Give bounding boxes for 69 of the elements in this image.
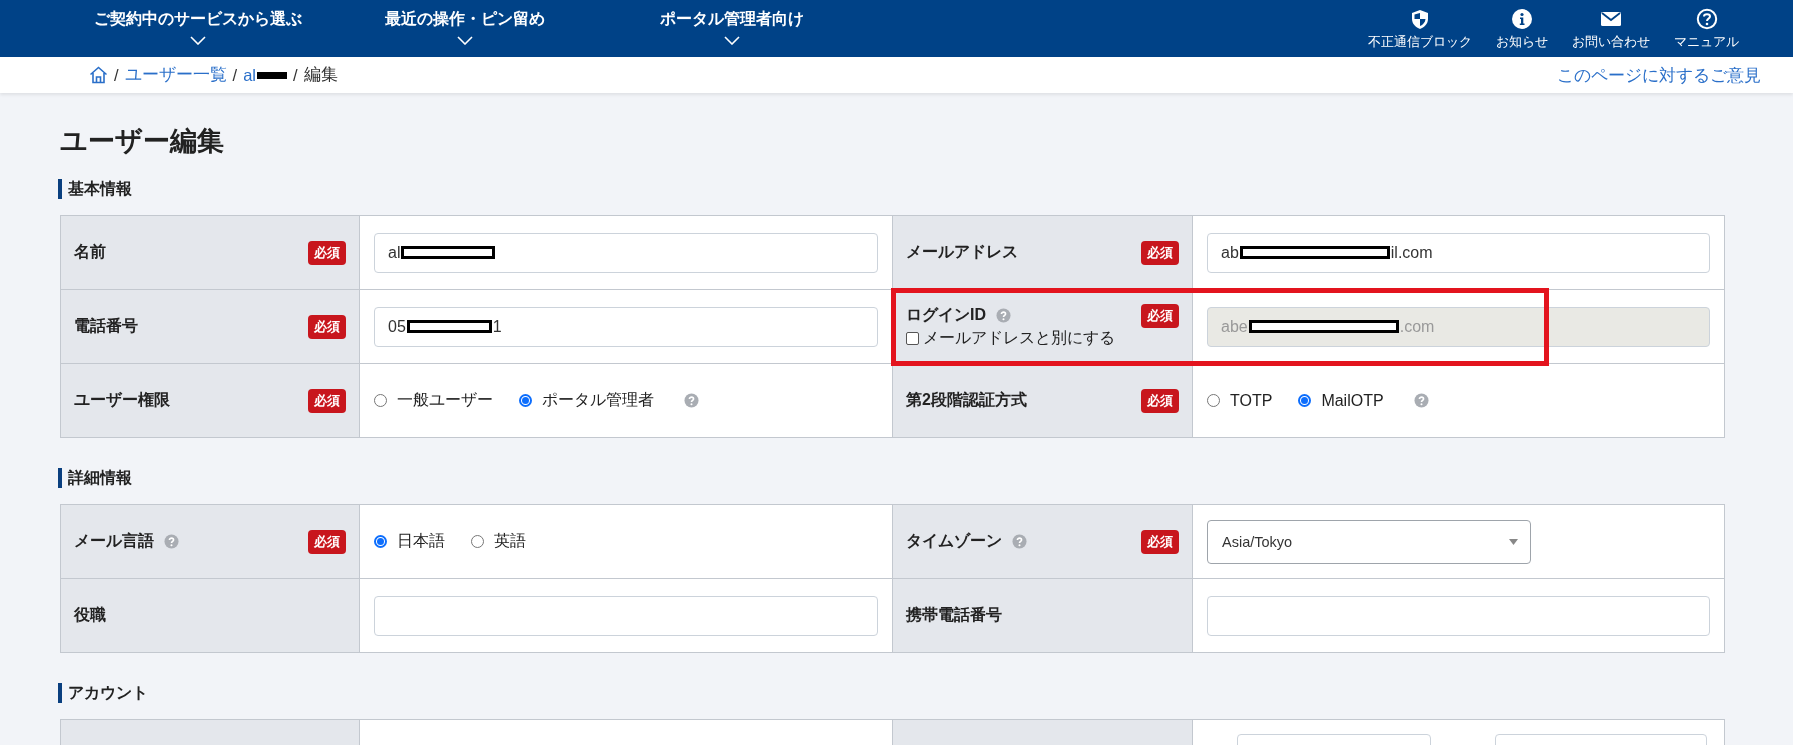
feedback-link[interactable]: このページに対するご意見	[1557, 63, 1761, 87]
nav-menu[interactable]: 最近の操作・ピン留め	[331, 0, 598, 57]
breadcrumb-current: 編集	[303, 64, 338, 85]
field-label: 携帯電話番号	[906, 605, 1002, 625]
section-heading: 基本情報	[58, 179, 1725, 199]
breadcrumb-link[interactable]: al	[243, 65, 257, 85]
field-label: 役職	[74, 605, 106, 625]
radio-button[interactable]	[1298, 394, 1312, 407]
timezone-select[interactable]: Asia/Tokyo	[1207, 519, 1531, 564]
help-icon[interactable]	[996, 307, 1011, 323]
text-field[interactable]	[374, 595, 878, 636]
radio-button[interactable]	[1207, 394, 1220, 407]
page-title: ユーザー編集	[60, 125, 225, 157]
chevron-icon	[189, 36, 206, 45]
help-icon[interactable]	[164, 534, 179, 549]
required-tag: 必須	[308, 529, 346, 554]
radio-label[interactable]: MailOTP	[1321, 391, 1384, 410]
field-label: メールアドレス	[906, 242, 1018, 262]
checkbox[interactable]	[906, 331, 919, 345]
utility-link[interactable]: お知らせ	[1484, 0, 1560, 57]
section-heading: 詳細情報	[58, 468, 1725, 488]
radio-label[interactable]: 英語	[494, 531, 526, 552]
radio-button[interactable]	[471, 535, 484, 548]
chevron-icon	[456, 36, 473, 45]
radio-label[interactable]: 一般ユーザー	[397, 390, 493, 411]
field-label: 名前	[74, 242, 106, 262]
chevron-icon	[723, 36, 740, 45]
radio-button[interactable]	[519, 394, 532, 407]
radio-button[interactable]	[374, 535, 387, 548]
required-tag: 必須	[308, 314, 346, 339]
breadcrumb-separator: /	[232, 65, 238, 85]
radio-label[interactable]: 日本語	[397, 531, 445, 552]
text-field[interactable]: 05 1	[374, 306, 878, 347]
field-label: タイムゾーン	[906, 531, 1002, 551]
radio-button[interactable]	[374, 394, 387, 407]
radio-label[interactable]: TOTP	[1230, 391, 1273, 410]
required-tag: 必須	[308, 240, 346, 265]
required-tag: 必須	[1141, 388, 1179, 413]
text-field[interactable]: ab il.com	[1207, 232, 1710, 273]
text-field[interactable]: al	[374, 232, 878, 273]
field-label: ログインID	[906, 304, 986, 325]
help-icon	[1695, 8, 1718, 30]
field-label: ユーザー権限	[74, 390, 170, 410]
utility-link[interactable]: お問い合わせ	[1560, 0, 1662, 57]
help-icon[interactable]	[1413, 393, 1429, 408]
nav-menu[interactable]: ご契約中のサービスから選ぶ	[64, 0, 331, 57]
breadcrumb-separator: /	[114, 65, 119, 85]
radio-label[interactable]: ポータル管理者	[542, 390, 654, 411]
info-icon	[1511, 8, 1533, 30]
shield-icon	[1409, 8, 1431, 30]
utility-link[interactable]: マニュアル	[1662, 0, 1751, 57]
field-label: メール言語	[74, 531, 154, 551]
required-tag: 必須	[1141, 303, 1179, 328]
breadcrumb-separator: /	[293, 65, 298, 85]
section-heading: アカウント	[58, 683, 1725, 703]
breadcrumb-link[interactable]: ユーザー一覧	[124, 64, 227, 86]
required-tag: 必須	[1141, 529, 1179, 554]
caret-icon	[1509, 538, 1518, 545]
home-icon[interactable]	[89, 66, 108, 84]
help-icon[interactable]	[1012, 534, 1027, 549]
required-tag: 必須	[308, 388, 346, 413]
field-label: 第2段階認証方式	[906, 390, 1027, 410]
help-icon[interactable]	[684, 393, 699, 408]
required-tag: 必須	[1141, 240, 1179, 265]
text-field[interactable]	[1207, 595, 1710, 636]
nav-menu[interactable]: ポータル管理者向け	[598, 0, 865, 57]
utility-link[interactable]: 不正通信ブロック	[1356, 0, 1484, 57]
field-label: 電話番号	[74, 316, 138, 336]
checkbox-label[interactable]: メールアドレスと別にする	[923, 327, 1115, 349]
